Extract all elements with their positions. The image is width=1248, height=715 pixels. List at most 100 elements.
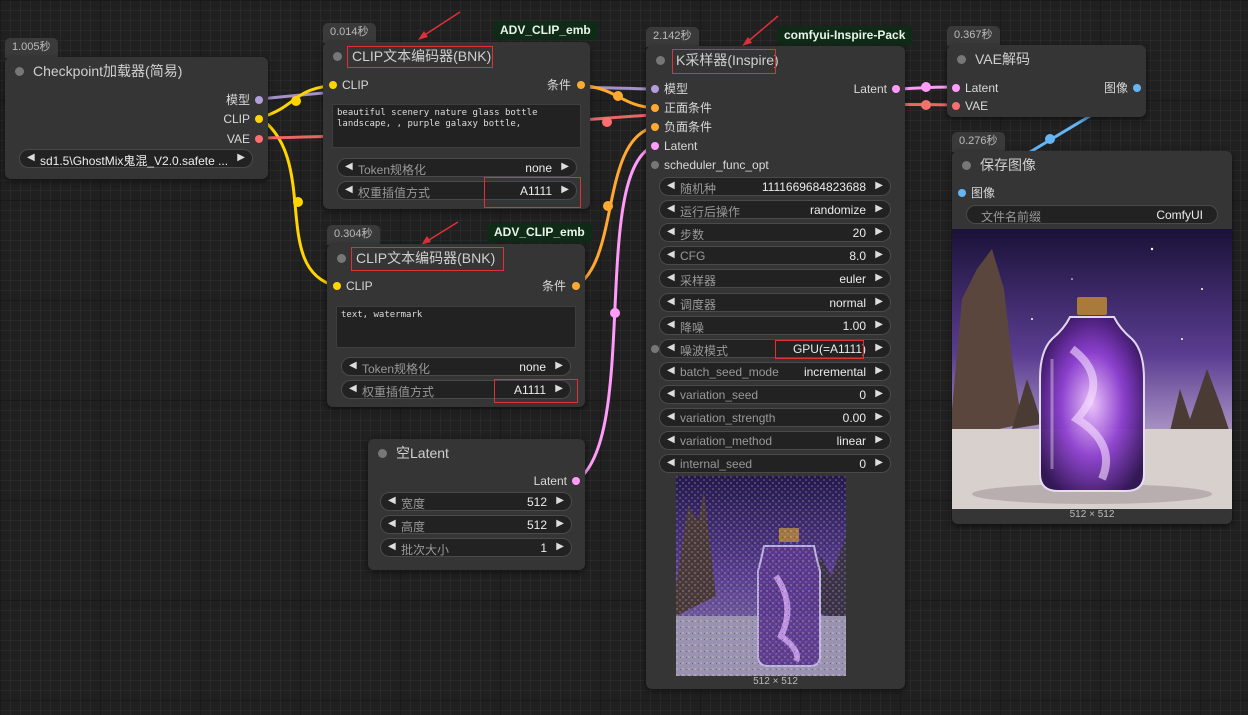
vae-decode-node[interactable]: VAE解码 Latent VAE 图像 [947,45,1146,117]
widget-label: 降噪 [680,320,705,335]
arrow-right-icon[interactable]: ▶ [561,161,569,172]
token-normalization-combo[interactable]: ◀ Token规格化 none ▶ [341,357,571,376]
input-negative-dot[interactable] [651,123,659,131]
widget-value: 1 [540,541,547,555]
ksampler-inspire-node[interactable]: K采样器(Inspire) 模型 正面条件 负面条件 Latent schedu… [646,46,905,689]
arrow-left-icon[interactable]: ◀ [667,226,675,237]
checkpoint-loader-node[interactable]: Checkpoint加载器(简易) 模型 CLIP VAE ◀ sd1.5\Gh… [5,57,268,179]
prompt-textarea[interactable]: text, watermark [336,306,576,348]
noise-mode-input-dot[interactable] [651,344,659,353]
ksampler-widget-[interactable]: ◀ 步数 20 ▶ [659,223,891,243]
output-model-dot[interactable] [255,96,263,104]
arrow-right-icon[interactable]: ▶ [555,360,563,371]
arrow-right-icon[interactable]: ▶ [875,319,883,330]
ksampler-widget-variation-seed[interactable]: ◀ variation_seed 0 ▶ [659,384,891,404]
arrow-right-icon[interactable]: ▶ [556,518,564,529]
arrow-left-icon[interactable]: ◀ [667,457,675,468]
arrow-right-icon[interactable]: ▶ [875,226,883,237]
arrow-right-icon[interactable]: ▶ [237,152,245,163]
arrow-right-icon[interactable]: ▶ [875,411,883,422]
ksampler-widget-batch-seed-mode[interactable]: ◀ batch_seed_mode incremental ▶ [659,361,891,381]
ckpt-name-combo[interactable]: ◀ sd1.5\GhostMix鬼混_V2.0.safete ... ▶ [19,149,253,168]
ksampler-widget-[interactable]: ◀ 运行后操作 randomize ▶ [659,200,891,220]
arrow-left-icon[interactable]: ◀ [667,342,675,353]
arrow-right-icon[interactable]: ▶ [875,434,883,445]
arrow-left-icon[interactable]: ◀ [345,161,353,172]
arrow-left-icon[interactable]: ◀ [349,383,357,394]
input-model-dot[interactable] [651,85,659,93]
ksampler-widget-[interactable]: ◀ 调度器 normal ▶ [659,292,891,312]
arrow-right-icon[interactable]: ▶ [556,541,564,552]
output-conditioning-dot[interactable] [572,282,580,290]
widget-value: none [525,161,552,175]
output-vae-dot[interactable] [255,135,263,143]
output-clip-label: CLIP [223,112,250,126]
saved-image-caption: 512 × 512 [1069,509,1115,520]
clip-encoder-node-2[interactable]: CLIP文本编码器(BNK) CLIP 条件 text, watermark ◀… [327,244,585,407]
arrow-right-icon[interactable]: ▶ [875,296,883,307]
arrow-left-icon[interactable]: ◀ [345,184,353,195]
arrow-left-icon[interactable]: ◀ [349,360,357,371]
input-clip-dot[interactable] [329,81,337,89]
arrow-left-icon[interactable]: ◀ [667,249,675,260]
ksampler-widget-[interactable]: ◀ 采样器 euler ▶ [659,269,891,289]
input-scheduler-func-dot[interactable] [651,161,659,169]
title-highlight-box [347,46,493,68]
arrow-right-icon[interactable]: ▶ [875,249,883,260]
arrow-right-icon[interactable]: ▶ [875,365,883,376]
arrow-left-icon[interactable]: ◀ [27,152,35,163]
input-clip-dot[interactable] [333,282,341,290]
arrow-right-icon[interactable]: ▶ [875,272,883,283]
output-conditioning-dot[interactable] [577,81,585,89]
ksampler-widget-[interactable]: ◀ 降噪 1.00 ▶ [659,315,891,335]
arrow-left-icon[interactable]: ◀ [667,180,675,191]
ksampler-widget-internal-seed[interactable]: ◀ internal_seed 0 ▶ [659,454,891,474]
batch-size-number-widget[interactable]: ◀ 批次大小 1 ▶ [380,538,572,557]
save-image-node[interactable]: 保存图像 图像 文件名前缀 ComfyUI 512 × 512 [952,151,1232,524]
arrow-left-icon[interactable]: ◀ [667,319,675,330]
output-clip-dot[interactable] [255,115,263,123]
input-latent-dot[interactable] [651,142,659,150]
empty-latent-node[interactable]: 空Latent Latent ◀ 宽度 512 ▶ ◀ 高度 512 ▶ ◀ 批… [368,439,585,570]
arrow-right-icon[interactable]: ▶ [875,388,883,399]
arrow-left-icon[interactable]: ◀ [667,388,675,399]
ksampler-widget-cfg[interactable]: ◀ CFG 8.0 ▶ [659,246,891,266]
input-image-dot[interactable] [958,189,966,197]
widget-value: 8.0 [849,249,866,264]
clip-encoder-node-1[interactable]: CLIP文本编码器(BNK) CLIP 条件 beautiful scenery… [323,42,590,209]
input-latent-dot[interactable] [952,84,960,92]
output-latent-dot[interactable] [892,85,900,93]
ksampler-widget-[interactable]: ◀ 随机种 1111669684823688 ▶ [659,177,891,196]
widget-label: 高度 [401,520,426,534]
arrow-left-icon[interactable]: ◀ [667,203,675,214]
arrow-left-icon[interactable]: ◀ [388,518,396,529]
height-number-widget[interactable]: ◀ 高度 512 ▶ [380,515,572,534]
arrow-right-icon[interactable]: ▶ [875,203,883,214]
output-image-dot[interactable] [1133,84,1141,92]
arrow-left-icon[interactable]: ◀ [667,272,675,283]
input-vae-dot[interactable] [952,102,960,110]
prompt-textarea[interactable]: beautiful scenery nature glass bottle la… [332,104,581,148]
arrow-left-icon[interactable]: ◀ [667,296,675,307]
arrow-right-icon[interactable]: ▶ [875,342,883,353]
arrow-left-icon[interactable]: ◀ [667,434,675,445]
arrow-left-icon[interactable]: ◀ [388,541,396,552]
arrow-right-icon[interactable]: ▶ [875,180,883,191]
arrow-left-icon[interactable]: ◀ [388,495,396,506]
arrow-left-icon[interactable]: ◀ [667,365,675,376]
clip2-timing: 0.304秒 [327,225,380,245]
output-latent-dot[interactable] [572,477,580,485]
arrow-right-icon[interactable]: ▶ [556,495,564,506]
widget-label: variation_method [680,434,773,449]
ksampler-widget-variation-method[interactable]: ◀ variation_method linear ▶ [659,431,891,451]
arrow-left-icon[interactable]: ◀ [667,411,675,422]
ksampler-widget-variation-strength[interactable]: ◀ variation_strength 0.00 ▶ [659,408,891,427]
filename-prefix-text-widget[interactable]: 文件名前缀 ComfyUI [966,205,1218,224]
arrow-right-icon[interactable]: ▶ [875,457,883,468]
width-number-widget[interactable]: ◀ 宽度 512 ▶ [380,492,572,511]
vae-timing: 0.367秒 [947,26,1000,46]
input-positive-dot[interactable] [651,104,659,112]
ksampler-timing: 2.142秒 [646,27,699,47]
token-normalization-combo[interactable]: ◀ Token规格化 none ▶ [337,158,577,177]
input-scheduler-func-label: scheduler_func_opt [664,158,769,172]
